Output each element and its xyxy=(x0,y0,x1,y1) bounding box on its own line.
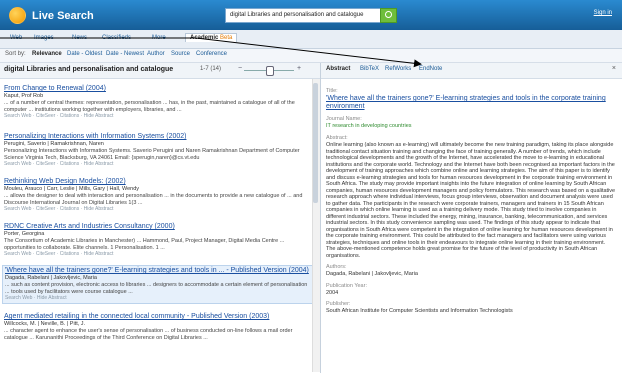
result-snippet: Personalizing Interactions with Informat… xyxy=(4,148,300,161)
sort-label: Sort by: xyxy=(5,51,26,57)
detail-body: Title: 'Where have all the trainers gone… xyxy=(326,83,616,315)
journal-name[interactable]: IT research in developing countries xyxy=(326,123,616,130)
result-authors: Willcocks, M. | Neville, B. | Pitt, J. xyxy=(4,321,86,327)
result-links[interactable]: Search Web · Hide Abstract xyxy=(5,295,310,302)
zoom-in-icon[interactable]: + xyxy=(297,65,301,72)
tab-endnote[interactable]: EndNote xyxy=(419,66,442,72)
tab-web[interactable]: Web xyxy=(6,34,26,42)
result-authors: Dagada, Rabelani | Jakovljevic, Maria xyxy=(5,275,97,281)
publisher-label: Publisher: xyxy=(326,301,351,307)
result-item: Agent mediated retailing in the connecte… xyxy=(4,313,309,341)
results-scrollbar-thumb[interactable] xyxy=(313,83,318,203)
results-query: digital Libraries and personalisation an… xyxy=(4,66,174,73)
sort-relevance[interactable]: Relevance xyxy=(32,51,62,57)
results-header: digital Libraries and personalisation an… xyxy=(0,63,320,79)
result-links[interactable]: Search Web · CiteSeer · Citations · Hide… xyxy=(4,251,309,258)
brand[interactable]: Live Search xyxy=(9,7,94,24)
sort-conference[interactable]: Conference xyxy=(196,51,227,57)
result-title-link[interactable]: From Change to Renewal (2004) xyxy=(4,85,309,93)
result-snippet: The Consortium of Academic Libraries in … xyxy=(4,238,285,251)
result-title-link[interactable]: 'Where have all the trainers gone?' E-le… xyxy=(5,267,310,275)
live-search-logo-icon xyxy=(9,7,26,24)
result-item-selected[interactable]: 'Where have all the trainers gone?' E-le… xyxy=(2,265,313,304)
result-links[interactable]: Search Web · CiteSeer · Citations · Hide… xyxy=(4,206,309,213)
authors-value: Dagada, Rabelani | Jakovljevic, Maria xyxy=(326,271,418,277)
detail-tabs: Abstract BibTeX RefWorks EndNote × xyxy=(321,63,622,79)
result-snippet: ... of a number of central themes: repre… xyxy=(4,100,295,113)
results-count: 1-7 (14) xyxy=(200,66,222,72)
detail-panel: Abstract BibTeX RefWorks EndNote × Title… xyxy=(321,63,622,373)
close-icon[interactable]: × xyxy=(612,65,616,72)
beta-badge: Beta xyxy=(220,35,233,41)
search-button[interactable] xyxy=(380,8,397,23)
result-authors: Mouleu, Arauco | Carr, Leslie | Mills, G… xyxy=(4,186,140,192)
result-snippet: ... allows the designer to deal with int… xyxy=(4,193,303,206)
tab-news[interactable]: News xyxy=(68,34,91,42)
result-title-link[interactable]: Agent mediated retailing in the connecte… xyxy=(4,313,309,321)
result-item: Personalizing Interactions with Informat… xyxy=(4,133,309,168)
top-bar: Live Search digital Libraries and person… xyxy=(0,0,622,30)
title-label: Title: xyxy=(326,88,338,94)
result-links[interactable]: Search Web · CiteSeer · Citations · Hide… xyxy=(4,113,309,120)
vertical-tabs: Web Images News Classifieds More Academi… xyxy=(0,30,622,49)
brand-name: Live Search xyxy=(32,9,94,22)
result-item: RDNC Creative Arts and Industries Consul… xyxy=(4,223,309,258)
sort-date-newest[interactable]: Date - Newest xyxy=(106,51,144,57)
year-label: Publication Year: xyxy=(326,282,367,289)
result-authors: Kaput, Prof Rob xyxy=(4,93,44,99)
sort-author[interactable]: Author xyxy=(147,51,165,57)
zoom-slider-handle[interactable] xyxy=(266,66,274,76)
authors-label: Authors: xyxy=(326,264,347,270)
year-value: 2004 xyxy=(326,289,339,296)
publisher-value: South African Institute for Computer Sci… xyxy=(326,308,513,314)
result-item: From Change to Renewal (2004) Kaput, Pro… xyxy=(4,85,309,120)
journal-label: Journal Name: xyxy=(326,116,362,122)
result-links[interactable]: Search Web · CiteSeer · Citations · Hide… xyxy=(4,161,309,168)
result-title-link[interactable]: RDNC Creative Arts and Industries Consul… xyxy=(4,223,309,231)
tab-bibtex[interactable]: BibTeX xyxy=(360,66,379,72)
sort-source[interactable]: Source xyxy=(171,51,190,57)
result-authors: Porter, Georgina xyxy=(4,231,45,237)
result-title-link[interactable]: Personalizing Interactions with Informat… xyxy=(4,133,309,141)
abstract-text: Online learning (also known as e-learnin… xyxy=(326,142,616,259)
results-panel: digital Libraries and personalisation an… xyxy=(0,63,321,373)
result-snippet: ... such as content provision, electroni… xyxy=(5,282,308,295)
sign-in-link[interactable]: Sign in xyxy=(594,10,612,16)
result-item: Rethinking Web Design Models: (2002) Mou… xyxy=(4,178,309,213)
tab-more[interactable]: More xyxy=(148,34,170,42)
tab-images[interactable]: Images xyxy=(30,34,58,42)
tab-refworks[interactable]: RefWorks xyxy=(385,66,411,72)
abstract-label: Abstract: xyxy=(326,135,348,141)
sort-bar: Sort by: Relevance Date - Oldest Date - … xyxy=(0,49,622,63)
paper-title-link[interactable]: 'Where have all the trainers gone?' E-le… xyxy=(326,95,616,111)
tab-academic-label: Academic xyxy=(190,35,219,41)
result-authors: Perugini, Saverio | Ramakrishnan, Naren xyxy=(4,141,104,147)
tab-abstract[interactable]: Abstract xyxy=(326,66,350,72)
result-title-link[interactable]: Rethinking Web Design Models: (2002) xyxy=(4,178,309,186)
tab-classifieds[interactable]: Classifieds xyxy=(98,34,135,42)
tab-academic[interactable]: Academic Beta xyxy=(185,33,238,42)
zoom-out-icon[interactable]: − xyxy=(238,65,242,72)
result-snippet: ... character agent to enhance the user'… xyxy=(4,328,293,341)
search-input[interactable]: digital Libraries and personalisation an… xyxy=(225,8,381,23)
sort-date-oldest[interactable]: Date - Oldest xyxy=(67,51,102,57)
